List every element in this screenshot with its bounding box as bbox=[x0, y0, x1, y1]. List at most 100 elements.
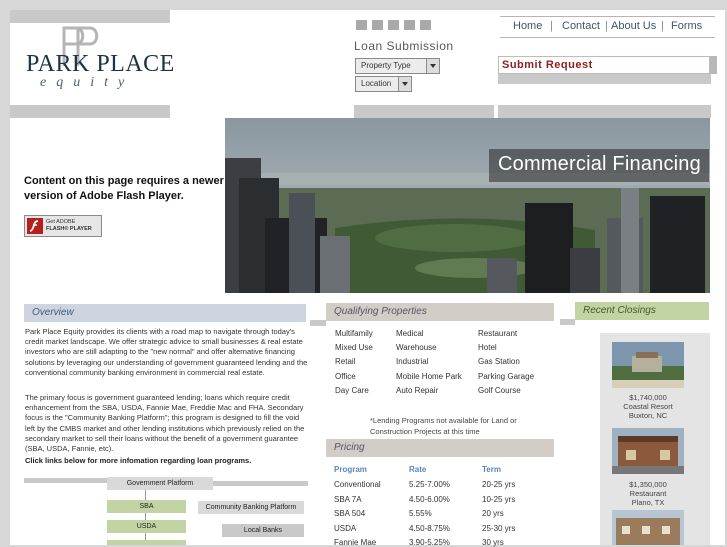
overview-paragraph-2: The primary focus is government guarante… bbox=[25, 393, 305, 454]
qualifying-note: *Lending Programs not available for Land… bbox=[370, 416, 517, 436]
property-type-item: Office bbox=[335, 371, 356, 381]
nav-square bbox=[420, 20, 431, 30]
get-flash-player-button[interactable]: Get ADOBE FLASH® PLAYER bbox=[24, 215, 102, 237]
nav-home[interactable]: Home bbox=[513, 20, 542, 32]
location-select[interactable]: Location bbox=[355, 76, 412, 92]
hero-caption: Commercial Financing bbox=[498, 153, 701, 175]
community-banking-platform-button[interactable]: Community Banking Platform bbox=[198, 501, 304, 514]
usda-button[interactable]: USDA bbox=[107, 520, 186, 533]
logo-bottom-bar bbox=[10, 105, 170, 118]
property-type-item: Retail bbox=[335, 357, 356, 367]
recent-closings-heading: Recent Closings bbox=[575, 302, 709, 320]
pricing-cell: 4.50-8.75% bbox=[409, 523, 450, 533]
flash-badge-line1: Get ADOBE bbox=[46, 219, 76, 225]
nav-separator: | bbox=[661, 20, 664, 32]
pricing-cell: Fannie Mae bbox=[334, 538, 377, 547]
flash-badge-line2: FLASH® PLAYER bbox=[46, 226, 92, 232]
flash-message: Content on this page requires a newer ve… bbox=[24, 175, 224, 202]
overview-heading: Overview bbox=[24, 304, 306, 322]
property-type-select[interactable]: Property Type bbox=[355, 58, 440, 74]
property-type-item: Day Care bbox=[335, 385, 369, 395]
submit-request-button[interactable]: Submit Request bbox=[498, 56, 710, 74]
chevron-down-icon bbox=[398, 77, 411, 91]
nav-square bbox=[404, 20, 415, 30]
pricing-cell: 30 yrs bbox=[482, 538, 504, 547]
location-value: Location bbox=[361, 79, 392, 88]
pricing-cell: SBA 7A bbox=[334, 494, 362, 504]
top-bar-left bbox=[10, 10, 170, 23]
closing-property: Restaurant bbox=[629, 489, 667, 498]
property-type-item: Hotel bbox=[478, 343, 497, 353]
pricing-cell: 4.50-6.00% bbox=[409, 494, 450, 504]
closing-location: Plano, TX bbox=[631, 498, 665, 507]
closing-caption: $1,350,000 Restaurant Plano, TX bbox=[598, 480, 698, 507]
nav-square bbox=[372, 20, 383, 30]
property-type-item: Restaurant bbox=[478, 329, 518, 338]
section-bar bbox=[560, 319, 575, 325]
pricing-cell: 5.25-7.00% bbox=[409, 480, 450, 489]
storefront-image bbox=[612, 510, 684, 545]
closing-amount: $1,350,000 bbox=[629, 480, 667, 489]
flow-bar bbox=[213, 481, 308, 486]
pricing-heading: Pricing bbox=[326, 439, 554, 457]
pricing-cell: 20-25 yrs bbox=[482, 480, 516, 489]
property-type-item: Golf Course bbox=[478, 385, 521, 395]
pricing-cell: 25-30 yrs bbox=[482, 523, 516, 533]
property-type-item: Gas Station bbox=[478, 357, 520, 367]
flash-icon bbox=[27, 218, 43, 234]
closing-caption: $1,740,000 Coastal Resort Buxton, NC bbox=[598, 393, 698, 420]
pricing-cell: 20 yrs bbox=[482, 509, 504, 518]
nav-separator: | bbox=[605, 20, 608, 32]
restaurant-image bbox=[612, 428, 684, 474]
closing-property: Coastal Resort bbox=[623, 402, 673, 411]
submit-underbar bbox=[498, 74, 711, 84]
property-type-item: Industrial bbox=[396, 357, 429, 367]
government-platform-button[interactable]: Government Platform bbox=[107, 477, 213, 490]
sba-button[interactable]: SBA bbox=[107, 500, 186, 513]
flash-area bbox=[24, 118, 225, 293]
flow-bar bbox=[24, 478, 107, 483]
nav-square bbox=[356, 20, 367, 30]
property-type-item: Mixed Use bbox=[335, 343, 373, 353]
property-type-item: Parking Garage bbox=[478, 371, 535, 381]
logo-tagline: equity bbox=[40, 75, 135, 90]
local-banks-button[interactable]: Local Banks bbox=[222, 524, 304, 537]
property-type-value: Property Type bbox=[361, 61, 411, 70]
loan-bottom-bar bbox=[354, 105, 494, 118]
section-bar bbox=[310, 320, 326, 326]
closing-thumb-coastal-resort[interactable] bbox=[612, 342, 684, 388]
submit-endcap bbox=[710, 56, 717, 74]
closing-thumb-third[interactable] bbox=[612, 510, 684, 545]
flow-more-button[interactable] bbox=[107, 540, 186, 545]
property-type-item: Warehouse bbox=[396, 343, 437, 353]
overview-cta: Click links below for more infomation re… bbox=[25, 456, 252, 465]
closing-location: Buxton, NC bbox=[628, 411, 668, 420]
logo-name: PARK PLACE bbox=[26, 51, 175, 77]
nav-separator: | bbox=[550, 20, 553, 32]
property-type-item: Medical bbox=[396, 329, 424, 338]
nav-contact[interactable]: Contact bbox=[562, 20, 600, 32]
flow-connector bbox=[145, 490, 146, 545]
property-type-item: Multifamily bbox=[335, 329, 373, 338]
pricing-column-header: Rate bbox=[409, 465, 427, 474]
overview-paragraph-1: Park Place Equity provides its clients w… bbox=[25, 327, 308, 377]
logo[interactable]: PARK PLACE equity bbox=[12, 23, 174, 105]
pricing-column-header: Program bbox=[334, 465, 367, 474]
nav-about-us[interactable]: About Us bbox=[611, 20, 656, 32]
pricing-cell: 5.55% bbox=[409, 509, 432, 518]
pricing-column-header: Term bbox=[482, 465, 501, 474]
closing-amount: $1,740,000 bbox=[629, 393, 667, 402]
pricing-cell: 3.90-5.25% bbox=[409, 538, 450, 547]
hero-banner: Commercial Financing bbox=[225, 118, 710, 293]
qualifying-properties-heading: Qualifying Properties bbox=[326, 303, 554, 321]
property-type-item: Auto Repair bbox=[396, 385, 439, 395]
closing-thumb-restaurant[interactable] bbox=[612, 428, 684, 474]
qualifying-properties-list: Multifamily Mixed Use Retail Office Day Care… bbox=[335, 329, 555, 399]
nav-square bbox=[388, 20, 399, 30]
loan-submission-title: Loan Submission bbox=[354, 39, 454, 53]
top-nav: Home | Contact | About Us | Forms bbox=[500, 16, 715, 38]
submit-bottom-bar bbox=[498, 105, 711, 118]
pricing-cell: Conventional bbox=[334, 480, 381, 489]
coastal-resort-image bbox=[612, 342, 684, 388]
nav-forms[interactable]: Forms bbox=[671, 20, 702, 32]
